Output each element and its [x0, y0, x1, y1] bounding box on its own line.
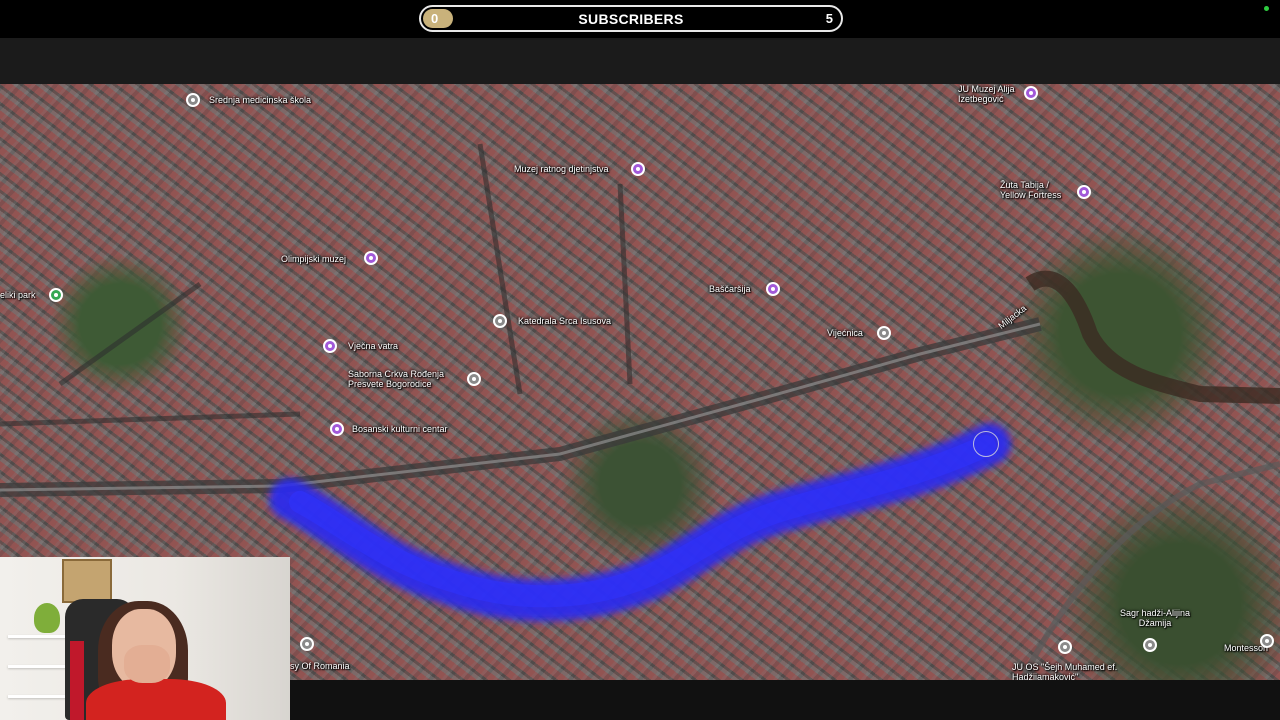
landmark-marker-icon[interactable]: [766, 282, 780, 296]
place-label: sy Of Romania: [290, 661, 350, 671]
miljacka-river: [1025, 270, 1280, 404]
place-label: Bosanski kulturni centar: [352, 424, 448, 434]
church-marker-icon[interactable]: [493, 314, 507, 328]
place-label: Muzej ratnog djetinjstva: [514, 164, 609, 174]
subscriber-goal-target: 5: [825, 11, 833, 26]
wall-picture: [62, 559, 112, 603]
place-label: Vječna vatra: [348, 341, 399, 351]
place-label: Katedrala Srca Isusova: [518, 316, 612, 326]
church-marker-icon[interactable]: [467, 372, 481, 386]
wall-shelf: [8, 695, 68, 698]
streamer-shirt: [86, 679, 226, 720]
side-road-2: [0, 143, 633, 427]
museum-marker-icon[interactable]: [631, 162, 645, 176]
map-cursor-ring: [973, 431, 999, 457]
cultural-center-marker-icon[interactable]: [330, 422, 344, 436]
wall-shelf: [8, 665, 68, 668]
wall-shelf: [8, 635, 68, 638]
subscriber-goal-bar: 0 SUBSCRIBERS 5: [419, 5, 843, 32]
place-label: Baščaršija: [709, 284, 751, 294]
place-label: Žuta Tabija / Yellow Fortress: [1000, 180, 1062, 200]
museum-marker-icon[interactable]: [364, 251, 378, 265]
place-label: Vijećnica: [827, 328, 863, 338]
place-label: Olimpijski muzej: [281, 254, 347, 264]
live-status-dot: [1264, 6, 1269, 11]
school-marker-icon[interactable]: [1260, 634, 1274, 648]
header-band: [0, 38, 1280, 84]
park-marker-icon[interactable]: [49, 288, 63, 302]
plush-toy: [34, 603, 60, 633]
place-label: eliki park: [0, 290, 36, 300]
place-label: Saborna Crkva Rođenja Presvete Bogorodic…: [348, 369, 445, 389]
place-label: JU OS "Šejh Muhamed ef. Hadžijamaković": [1012, 662, 1118, 680]
streamer-webcam: [0, 557, 290, 720]
gaming-chair-accent: [70, 641, 84, 720]
school-marker-icon[interactable]: [186, 93, 200, 107]
building-marker-icon[interactable]: [877, 326, 891, 340]
school-marker-icon[interactable]: [1058, 640, 1072, 654]
embassy-marker-icon[interactable]: [300, 637, 314, 651]
subscriber-goal-title: SUBSCRIBERS: [578, 11, 684, 27]
monument-marker-icon[interactable]: [323, 339, 337, 353]
museum-marker-icon[interactable]: [1024, 86, 1038, 100]
streamer-hands: [124, 645, 170, 683]
mosque-marker-icon[interactable]: [1143, 638, 1157, 652]
place-label: Srednja medicinska škola: [209, 95, 312, 105]
landmark-marker-icon[interactable]: [1077, 185, 1091, 199]
place-label: Sagr hadži-Alijina Džamija: [1119, 608, 1191, 628]
